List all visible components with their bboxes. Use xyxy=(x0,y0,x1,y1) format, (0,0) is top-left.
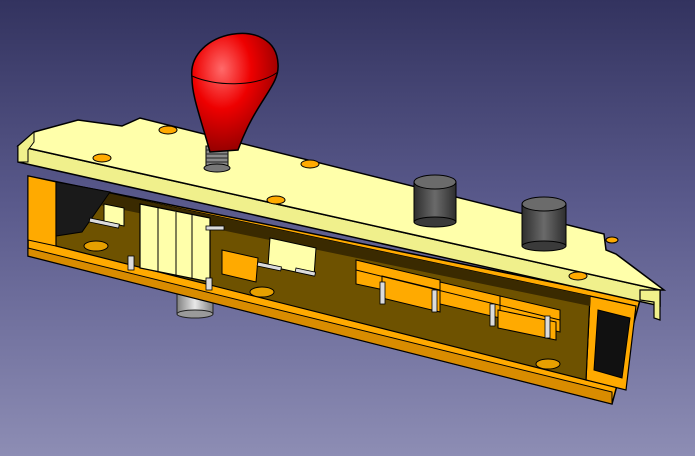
push-button[interactable] xyxy=(413,174,457,228)
3d-viewport[interactable] xyxy=(0,0,695,456)
joystick-model[interactable] xyxy=(0,0,695,456)
joystick-knob[interactable] xyxy=(191,32,279,153)
push-button[interactable] xyxy=(521,196,567,252)
